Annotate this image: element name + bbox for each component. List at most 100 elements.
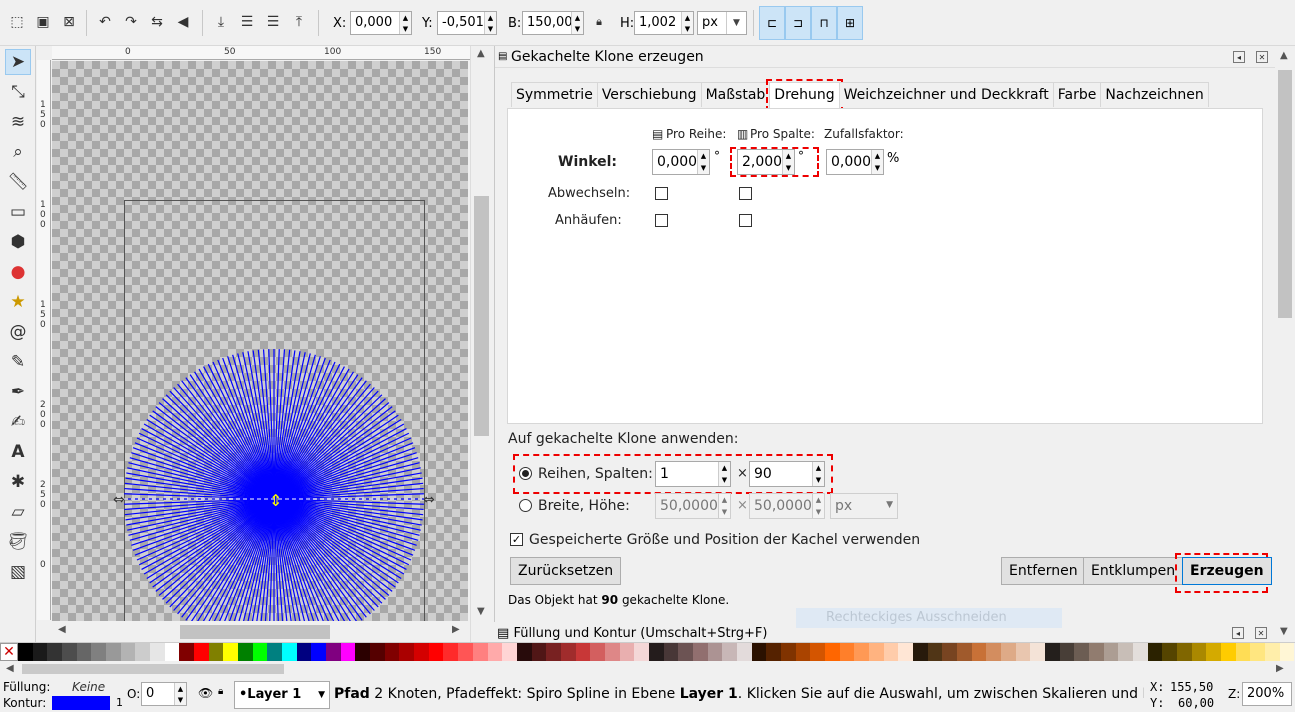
color-swatch[interactable] bbox=[912, 643, 928, 661]
color-swatch[interactable] bbox=[751, 643, 767, 661]
color-swatch[interactable] bbox=[32, 643, 48, 661]
tab-scale[interactable]: Maßstab bbox=[700, 82, 771, 107]
color-swatch[interactable] bbox=[311, 643, 327, 661]
fill-value[interactable]: Keine bbox=[72, 680, 105, 694]
color-swatch[interactable] bbox=[399, 643, 415, 661]
color-swatch[interactable] bbox=[370, 643, 385, 661]
pencil-tool-icon[interactable]: ✎ bbox=[5, 349, 31, 375]
lower-icon[interactable]: ☰ bbox=[236, 11, 258, 33]
color-swatch[interactable] bbox=[487, 643, 503, 661]
drawing-canvas[interactable]: ⇔ ⇔ ⇕ bbox=[52, 61, 468, 621]
tab-color[interactable]: Farbe bbox=[1052, 82, 1102, 107]
color-swatch[interactable] bbox=[502, 643, 517, 661]
flip-vertical-icon[interactable]: ◀ bbox=[172, 11, 194, 33]
ellipse-tool-icon[interactable]: ● bbox=[5, 259, 31, 285]
color-swatch[interactable] bbox=[986, 643, 1002, 661]
tab-symmetry[interactable]: Symmetrie bbox=[511, 82, 598, 107]
color-swatch[interactable] bbox=[1089, 643, 1104, 661]
color-swatch[interactable] bbox=[971, 643, 987, 661]
x-field[interactable]: 0,000 ▲ ▼ bbox=[350, 11, 412, 35]
color-swatch[interactable] bbox=[106, 643, 121, 661]
color-swatch[interactable] bbox=[766, 643, 781, 661]
lock-icon[interactable]: 🔒︎ bbox=[588, 11, 610, 33]
color-swatch[interactable] bbox=[868, 643, 884, 661]
color-swatch[interactable] bbox=[414, 643, 429, 661]
panel-iconify-icon[interactable]: ◂ bbox=[1232, 627, 1244, 639]
scroll-up-icon[interactable]: ▲ bbox=[477, 48, 485, 59]
color-swatch[interactable] bbox=[91, 643, 107, 661]
color-swatch[interactable] bbox=[1221, 643, 1236, 661]
color-swatch[interactable] bbox=[619, 643, 635, 661]
color-swatch[interactable] bbox=[1045, 643, 1060, 661]
unclump-button[interactable]: Entklumpen bbox=[1083, 557, 1184, 585]
tab-trace[interactable]: Nachzeichnen bbox=[1100, 82, 1209, 107]
color-swatch[interactable] bbox=[957, 643, 972, 661]
color-swatch[interactable] bbox=[208, 643, 224, 661]
color-swatch[interactable] bbox=[18, 643, 33, 661]
scroll-down-icon[interactable]: ▼ bbox=[1280, 626, 1288, 637]
unit-select[interactable]: px ▼ bbox=[697, 11, 747, 35]
color-swatch[interactable] bbox=[472, 643, 488, 661]
color-swatch[interactable] bbox=[1059, 643, 1075, 661]
calligraphy-tool-icon[interactable]: ✍ bbox=[5, 409, 31, 435]
create-button[interactable]: Erzeugen bbox=[1182, 557, 1272, 585]
rows-columns-radio[interactable] bbox=[519, 467, 532, 480]
scroll-thumb[interactable] bbox=[22, 664, 284, 674]
deselect-icon[interactable]: ⊠ bbox=[58, 11, 80, 33]
paint-bucket-tool-icon[interactable]: 🪣︎ bbox=[5, 529, 31, 555]
use-saved-size-checkbox[interactable]: ✓ bbox=[510, 533, 523, 546]
color-swatch[interactable] bbox=[238, 643, 253, 661]
scroll-left-icon[interactable]: ◀ bbox=[6, 663, 14, 674]
color-swatch[interactable] bbox=[223, 643, 239, 661]
color-swatch[interactable] bbox=[1015, 643, 1031, 661]
color-swatch[interactable] bbox=[839, 643, 855, 661]
color-swatch[interactable] bbox=[326, 643, 341, 661]
color-swatch[interactable] bbox=[135, 643, 151, 661]
pen-tool-icon[interactable]: ✒ bbox=[5, 379, 31, 405]
color-swatch[interactable] bbox=[340, 643, 356, 661]
columns-field[interactable]: 90 ▲ ▼ bbox=[749, 461, 825, 487]
color-swatch[interactable] bbox=[663, 643, 679, 661]
scroll-right-icon[interactable]: ▶ bbox=[452, 624, 460, 635]
color-swatch[interactable] bbox=[1235, 643, 1251, 661]
color-swatch[interactable] bbox=[47, 643, 63, 661]
tile-height-field[interactable]: 50,0000 ▲ ▼ bbox=[749, 493, 825, 519]
text-tool-icon[interactable]: A bbox=[5, 439, 31, 465]
scroll-right-icon[interactable]: ▶ bbox=[1276, 663, 1284, 674]
color-swatch[interactable] bbox=[1250, 643, 1266, 661]
color-swatch[interactable] bbox=[634, 643, 649, 661]
eye-icon[interactable]: 👁︎ bbox=[198, 686, 213, 700]
color-swatch[interactable] bbox=[1177, 643, 1192, 661]
no-paint-swatch[interactable]: ✕ bbox=[0, 643, 18, 661]
color-swatch[interactable] bbox=[428, 643, 444, 661]
dialog-grip-icon[interactable]: ▤ bbox=[498, 51, 507, 62]
select-all-icon[interactable]: ⬚ bbox=[6, 11, 28, 33]
color-swatch[interactable] bbox=[692, 643, 708, 661]
y-field[interactable]: -0,501 ▲ ▼ bbox=[437, 11, 497, 35]
dock-vertical-scrollbar[interactable]: ▲ ▼ bbox=[1275, 46, 1295, 642]
canvas-vertical-scrollbar[interactable]: ▲ ▼ bbox=[470, 46, 492, 642]
move-patterns-toggle-icon[interactable]: ⊞ bbox=[837, 6, 863, 40]
color-swatch[interactable] bbox=[1206, 643, 1222, 661]
color-swatch[interactable] bbox=[736, 643, 752, 661]
scale-corners-toggle-icon[interactable]: ⊐ bbox=[785, 6, 811, 40]
box3d-tool-icon[interactable]: ⬢ bbox=[5, 229, 31, 255]
stroke-width[interactable]: 1 bbox=[116, 696, 123, 709]
angle-random-field[interactable]: 0,000 ▲ ▼ bbox=[826, 149, 884, 175]
selector-tool-icon[interactable]: ➤ bbox=[5, 49, 31, 75]
tab-blur-opacity[interactable]: Weichzeichner und Deckkraft bbox=[838, 82, 1054, 107]
opacity-field[interactable]: 0 ▲ ▼ bbox=[141, 682, 187, 706]
scroll-down-icon[interactable]: ▼ bbox=[477, 606, 485, 617]
color-swatch[interactable] bbox=[604, 643, 620, 661]
color-swatch[interactable] bbox=[384, 643, 400, 661]
scale-stroke-toggle-icon[interactable]: ⊏ bbox=[759, 6, 785, 40]
color-swatch[interactable] bbox=[164, 643, 180, 661]
color-swatch[interactable] bbox=[883, 643, 899, 661]
star-tool-icon[interactable]: ★ bbox=[5, 289, 31, 315]
color-swatch[interactable] bbox=[707, 643, 723, 661]
move-gradients-toggle-icon[interactable]: ⊓ bbox=[811, 6, 837, 40]
zoom-tool-icon[interactable]: ⌕ bbox=[5, 139, 31, 165]
gradient-tool-icon[interactable]: ▧ bbox=[5, 559, 31, 585]
color-swatch[interactable] bbox=[443, 643, 459, 661]
canvas-horizontal-scrollbar[interactable]: ◀ ▶ bbox=[52, 621, 470, 641]
